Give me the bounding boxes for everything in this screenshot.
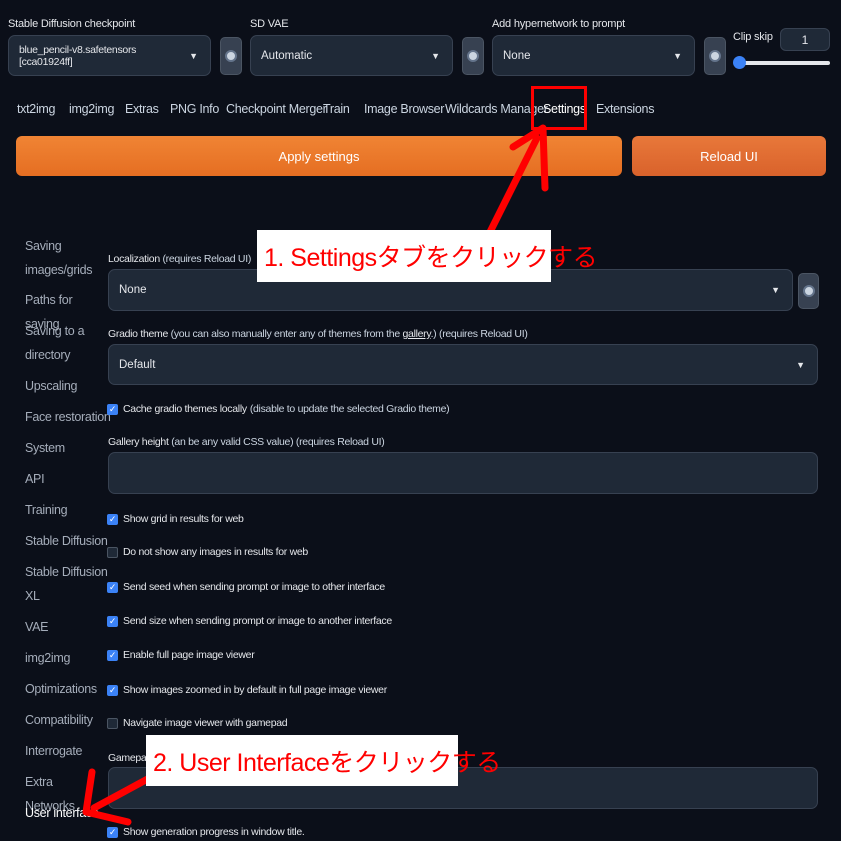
refresh-localization-button[interactable] [798, 273, 819, 309]
sidebar-item-system[interactable]: System [25, 436, 105, 460]
gallery-link[interactable]: gallery [403, 328, 431, 340]
sidebar-item-upscaling[interactable]: Upscaling [25, 374, 105, 398]
sidebar-item-saving-to-directory[interactable]: Saving to a directory [25, 319, 105, 367]
sidebar-item-interrogate[interactable]: Interrogate [25, 739, 105, 763]
tab-image-browser[interactable]: Image Browser [364, 102, 444, 116]
sidebar-item-optimizations[interactable]: Optimizations [25, 677, 105, 701]
refresh-checkpoint-button[interactable] [220, 37, 242, 75]
refresh-hypernetwork-button[interactable] [704, 37, 726, 75]
refresh-icon [802, 285, 815, 297]
checkbox[interactable]: ✓ [107, 513, 118, 525]
progress-title-checkbox-row[interactable]: ✓ Show generation progress in window tit… [107, 826, 305, 838]
annotation-step1: 1. Settingsタブをクリックする [257, 230, 598, 282]
tab-txt2img[interactable]: txt2img [17, 102, 56, 116]
refresh-icon [467, 50, 479, 62]
tab-extensions[interactable]: Extensions [596, 102, 654, 116]
chevron-down-icon: ▼ [673, 50, 682, 61]
hypernetwork-dropdown[interactable]: None ▼ [492, 35, 695, 76]
sidebar-item-user-interface[interactable]: User interface [25, 801, 105, 825]
checkpoint-label: Stable Diffusion checkpoint [8, 18, 136, 30]
annotation-arrows [82, 124, 549, 826]
tab-train[interactable]: Train [323, 102, 350, 116]
sidebar-item-vae[interactable]: VAE [25, 615, 105, 639]
checkbox-row[interactable]: ✓ Enable full page image viewer [107, 649, 255, 661]
gradio-theme-dropdown[interactable]: Default ▼ [108, 344, 818, 385]
clip-skip-slider-handle[interactable] [733, 56, 746, 69]
reload-ui-button[interactable]: Reload UI [632, 136, 826, 176]
apply-settings-button[interactable]: Apply settings [16, 136, 622, 176]
vae-value: Automatic [261, 49, 313, 62]
clip-skip-label: Clip skip [733, 31, 773, 43]
tab-extras[interactable]: Extras [125, 102, 159, 116]
annotation-step2: 2. User Interfaceをクリックする [146, 735, 501, 786]
checkbox-row[interactable]: Navigate image viewer with gamepad [107, 717, 288, 729]
checkpoint-dropdown[interactable]: blue_pencil-v8.safetensors [cca01924ff] … [8, 35, 211, 76]
localization-label: Localization (requires Reload UI) [108, 253, 252, 265]
checkbox-row[interactable]: ✓ Show grid in results for web [107, 513, 244, 525]
refresh-icon [225, 50, 237, 62]
vae-dropdown[interactable]: Automatic ▼ [250, 35, 453, 76]
tab-img2img[interactable]: img2img [69, 102, 114, 116]
refresh-icon [709, 50, 721, 62]
checkbox[interactable] [107, 546, 118, 558]
checkbox-row[interactable]: ✓ Send size when sending prompt or image … [107, 615, 392, 627]
gradio-theme-value: Default [119, 358, 156, 371]
cache-themes-checkbox-row[interactable]: ✓ Cache gradio themes locally (disable t… [107, 403, 450, 415]
checkbox-row[interactable]: Do not show any images in results for we… [107, 546, 308, 558]
main-tabs: txt2img img2img Extras PNG Info Checkpoi… [0, 96, 841, 124]
checkbox[interactable]: ✓ [107, 826, 118, 838]
checkpoint-value: blue_pencil-v8.safetensors [cca01924ff] [19, 43, 137, 68]
checkbox[interactable]: ✓ [107, 581, 118, 593]
gradio-theme-label: Gradio theme (you can also manually ente… [108, 328, 528, 340]
chevron-down-icon: ▼ [771, 285, 780, 295]
tab-checkpoint-merger[interactable]: Checkpoint Merger [226, 102, 327, 116]
vae-label: SD VAE [250, 18, 289, 30]
localization-value: None [119, 284, 147, 296]
checkbox[interactable] [107, 717, 118, 729]
sidebar-item-saving-images-grids[interactable]: Saving images/grids [25, 234, 105, 282]
clip-skip-input[interactable]: 1 [780, 28, 830, 51]
sidebar-item-img2img[interactable]: img2img [25, 646, 105, 670]
chevron-down-icon: ▼ [431, 50, 440, 61]
checkbox-row[interactable]: ✓ Send seed when sending prompt or image … [107, 581, 385, 593]
chevron-down-icon: ▼ [189, 50, 198, 61]
checkbox[interactable]: ✓ [107, 649, 118, 661]
hypernetwork-value: None [503, 49, 531, 62]
sidebar-item-api[interactable]: API [25, 467, 105, 491]
chevron-down-icon: ▼ [796, 359, 805, 370]
sidebar-item-compatibility[interactable]: Compatibility [25, 708, 105, 732]
refresh-vae-button[interactable] [462, 37, 484, 75]
clip-skip-slider[interactable] [738, 61, 830, 65]
checkbox[interactable]: ✓ [107, 684, 118, 696]
checkbox-row[interactable]: ✓ Show images zoomed in by default in ful… [107, 684, 387, 696]
sidebar-item-training[interactable]: Training [25, 498, 105, 522]
checkbox[interactable]: ✓ [107, 615, 118, 627]
gallery-height-input[interactable] [108, 452, 818, 494]
hypernetwork-label: Add hypernetwork to prompt [492, 18, 625, 30]
settings-tab-highlight [531, 86, 587, 130]
gallery-height-label: Gallery height (an be any valid CSS valu… [108, 436, 385, 448]
checkbox[interactable]: ✓ [107, 403, 118, 415]
tab-png-info[interactable]: PNG Info [170, 102, 219, 116]
